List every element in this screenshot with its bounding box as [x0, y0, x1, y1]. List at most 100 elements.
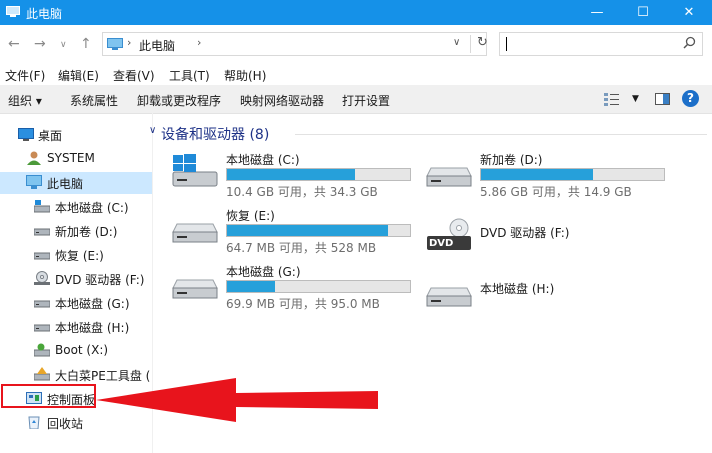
sidebar-item-label: 本地磁盘 (G:): [55, 297, 130, 311]
drive-e[interactable]: 恢复 (E:) 64.7 MB 可用，共 528 MB: [171, 206, 431, 256]
drive-space-info: 10.4 GB 可用，共 34.3 GB: [226, 185, 378, 199]
sidebar-item-label: DVD 驱动器 (F:): [55, 273, 145, 287]
sidebar-item-label: 此电脑: [47, 177, 84, 191]
drive-d[interactable]: 新加卷 (D:) 5.86 GB 可用，共 14.9 GB: [425, 150, 685, 200]
desktop-icon: [18, 128, 34, 141]
sidebar-item-drive-d[interactable]: 新加卷 (D:): [0, 220, 152, 242]
system-drive-icon: [34, 200, 50, 213]
drive-icon: [426, 287, 472, 307]
system-properties-button[interactable]: 系统属性: [70, 92, 118, 109]
drive-usage-bar: [226, 168, 411, 181]
windows-drive-icon: [172, 154, 218, 187]
sidebar-item-label: SYSTEM: [47, 151, 95, 165]
address-bar[interactable]: › 此电脑 › ∨ ↻: [102, 32, 488, 56]
sidebar-item-drive-g[interactable]: 本地磁盘 (G:): [0, 292, 152, 314]
chevron-down-icon[interactable]: ∨: [149, 125, 156, 136]
drive-dvd-f[interactable]: DVD DVD 驱动器 (F:): [425, 214, 685, 264]
refresh-button[interactable]: ↻: [470, 35, 488, 53]
drive-name: 本地磁盘 (G:): [226, 265, 301, 279]
drive-space-info: 64.7 MB 可用，共 528 MB: [226, 241, 377, 255]
menu-edit[interactable]: 编辑(E): [58, 67, 99, 84]
sidebar-item-system[interactable]: SYSTEM: [0, 148, 152, 170]
drive-usage-bar: [480, 168, 665, 181]
drive-c[interactable]: 本地磁盘 (C:) 10.4 GB 可用，共 34.3 GB: [171, 150, 431, 200]
computer-icon: [6, 6, 20, 17]
dvd-badge: DVD: [429, 238, 454, 249]
breadcrumb-separator[interactable]: ›: [127, 36, 131, 49]
drive-h[interactable]: 本地磁盘 (H:): [425, 270, 685, 320]
sidebar-item-label: 本地磁盘 (C:): [55, 201, 129, 215]
address-dropdown-button[interactable]: ∨: [453, 37, 460, 48]
drive-name: 本地磁盘 (H:): [480, 282, 555, 296]
pe-drive-icon: [34, 367, 50, 381]
uninstall-program-button[interactable]: 卸载或更改程序: [137, 92, 221, 109]
sidebar-item-drive-h[interactable]: 本地磁盘 (H:): [0, 316, 152, 338]
help-button[interactable]: ?: [682, 90, 699, 107]
back-button[interactable]: ←: [8, 36, 20, 52]
sidebar-item-label: 恢复 (E:): [55, 249, 104, 263]
change-view-icon[interactable]: [604, 92, 620, 106]
drive-usage-fill: [227, 169, 356, 180]
close-button[interactable]: ✕: [666, 0, 712, 25]
section-title[interactable]: 设备和驱动器 (8): [161, 124, 269, 144]
search-icon[interactable]: [683, 36, 696, 49]
up-button[interactable]: ↑: [80, 36, 92, 52]
menu-tools[interactable]: 工具(T): [169, 67, 210, 84]
sidebar-item-label: 本地磁盘 (H:): [55, 321, 130, 335]
sidebar-item-drive-c[interactable]: 本地磁盘 (C:): [0, 196, 152, 218]
drive-space-info: 69.9 MB 可用，共 95.0 MB: [226, 297, 380, 311]
sidebar-item-label: 桌面: [38, 129, 63, 143]
computer-icon: [26, 175, 42, 189]
main-content: ∨ 设备和驱动器 (8) 本地磁盘 (C:) 10.4 GB 可用，共 34.3…: [149, 113, 712, 453]
user-icon: [27, 151, 41, 165]
preview-pane-icon[interactable]: [655, 93, 670, 105]
sidebar-item-boot-x[interactable]: Boot (X:): [0, 340, 152, 362]
command-bar: 组织 ▾ 系统属性 卸载或更改程序 映射网络驱动器 打开设置 ▼ ?: [0, 85, 712, 114]
sidebar-item-label: 新加卷 (D:): [55, 225, 118, 239]
drive-usage-bar: [226, 280, 411, 293]
boot-drive-icon: [34, 343, 50, 357]
menu-view[interactable]: 查看(V): [113, 67, 155, 84]
dvd-drive-icon: [34, 271, 50, 285]
drive-icon: [34, 300, 50, 308]
recycle-bin-icon: [28, 416, 40, 429]
title-bar: 此电脑 — ☐ ✕: [0, 0, 712, 25]
drive-icon: [426, 167, 472, 187]
forward-button[interactable]: →: [34, 36, 46, 52]
drive-space-info: 5.86 GB 可用，共 14.9 GB: [480, 185, 632, 199]
drive-icon: [34, 252, 50, 260]
drive-name: DVD 驱动器 (F:): [480, 226, 570, 240]
sidebar-item-label: Boot (X:): [55, 343, 109, 357]
recent-locations-button[interactable]: ∨: [60, 40, 67, 50]
sidebar-item-drive-e[interactable]: 恢复 (E:): [0, 244, 152, 266]
section-divider: [295, 134, 707, 135]
sidebar-item-label: 回收站: [47, 417, 84, 431]
breadcrumb-this-pc[interactable]: 此电脑: [139, 37, 175, 54]
breadcrumb-separator[interactable]: ›: [197, 36, 201, 49]
drive-usage-fill: [227, 281, 275, 292]
drive-name: 新加卷 (D:): [480, 153, 543, 167]
drive-usage-fill: [481, 169, 593, 180]
drive-usage-bar: [226, 224, 411, 237]
organize-button[interactable]: 组织 ▾: [8, 92, 42, 109]
open-settings-button[interactable]: 打开设置: [342, 92, 390, 109]
sidebar-item-dvd-f[interactable]: DVD 驱动器 (F:): [0, 268, 152, 290]
sidebar-item-this-pc[interactable]: 此电脑: [0, 172, 152, 194]
computer-icon: [107, 38, 123, 50]
drive-icon: [172, 223, 218, 243]
map-network-drive-button[interactable]: 映射网络驱动器: [240, 92, 324, 109]
menu-file[interactable]: 文件(F): [5, 67, 45, 84]
drive-name: 恢复 (E:): [226, 209, 275, 223]
drive-icon: [172, 279, 218, 299]
maximize-button[interactable]: ☐: [620, 0, 666, 25]
view-options-dropdown[interactable]: ▼: [632, 94, 639, 104]
minimize-button[interactable]: —: [574, 0, 620, 25]
menu-help[interactable]: 帮助(H): [224, 67, 266, 84]
drive-usage-fill: [227, 225, 389, 236]
menu-bar: 文件(F) 编辑(E) 查看(V) 工具(T) 帮助(H): [0, 64, 712, 84]
drive-name: 本地磁盘 (C:): [226, 153, 300, 167]
sidebar-item-desktop[interactable]: 桌面: [0, 124, 152, 146]
drive-icon: [34, 228, 50, 236]
drive-g[interactable]: 本地磁盘 (G:) 69.9 MB 可用，共 95.0 MB: [171, 262, 431, 312]
search-input[interactable]: [499, 32, 703, 56]
